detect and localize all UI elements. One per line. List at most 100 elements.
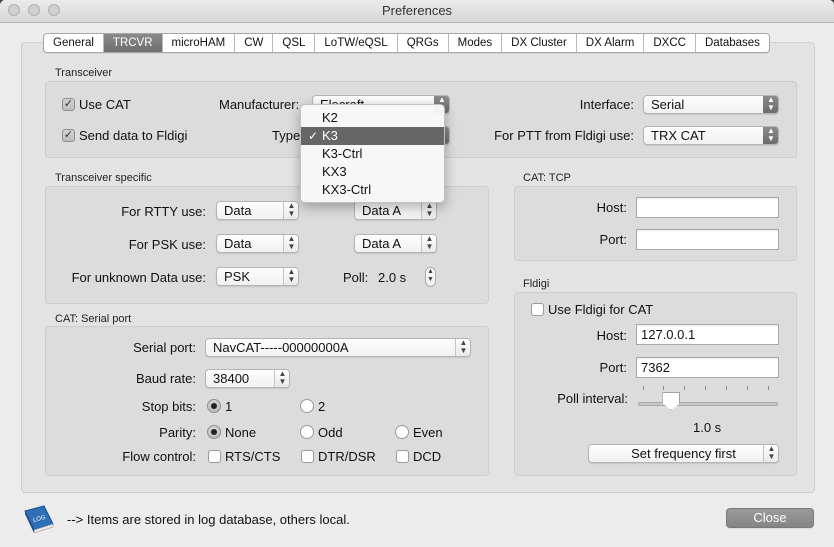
rtty-value: Data [224,203,252,218]
select-arrows-icon: ▲▼ [421,202,436,219]
type-option-label: K2 [322,110,338,125]
select-arrows-icon: ▲▼ [283,268,298,285]
tab-trcvr[interactable]: TRCVR [103,34,163,52]
use-cat-checkbox[interactable]: ✓ [62,98,75,111]
fldigi-port-label-text: Port: [599,360,627,375]
unknown-data-select[interactable]: PSK ▲ ▼ [216,267,299,286]
set-frequency-select[interactable]: Set frequency first ▲ ▼ [588,444,779,463]
type-option-kx3-ctrl[interactable]: KX3-Ctrl [301,181,444,199]
baud-rate-select[interactable]: 38400 ▲ ▼ [205,369,290,388]
interface-value: Serial [651,97,685,112]
poll-interval-value: 1.0 s [693,420,722,435]
fldigi-group-label: Fldigi [523,278,550,290]
poll-interval-slider[interactable] [638,386,778,412]
poll-value: 2.0 s [378,270,407,285]
manufacturer-label: Manufacturer: [219,97,300,112]
preferences-window: Preferences General TRCVR microHAM CW QS… [0,0,834,547]
select-arrows-icon: ▲▼ [763,445,778,462]
flow-rts-checkbox[interactable] [208,450,221,463]
psk-select[interactable]: Data ▲ ▼ [216,234,299,253]
serial-port-select[interactable]: NavCAT-----00000000A ▲ ▼ [205,338,471,357]
parity-even-label: Even [413,425,443,440]
minimize-window-button[interactable] [28,4,40,16]
baud-rate-label: Baud rate: [136,371,196,386]
parity-label: Parity: [159,425,196,440]
type-option-label: KX3-Ctrl [322,182,372,197]
rtty-secondary-select[interactable]: Data A ▲ ▼ [354,201,437,220]
send-fldigi-label: Send data to Fldigi [79,128,188,143]
type-option-k3[interactable]: ✓ K3 [301,127,444,145]
footer-note: --> Items are stored in log database, ot… [67,512,350,527]
parity-even-radio[interactable] [395,425,409,439]
psk-secondary-select[interactable]: Data A ▲ ▼ [354,234,437,253]
ptt-select[interactable]: TRX CAT ▲ ▼ [643,126,779,145]
flow-dcd-checkbox[interactable] [396,450,409,463]
set-frequency-value: Set frequency first [631,446,736,461]
slider-thumb[interactable] [662,392,681,410]
psk-secondary-value: Data A [362,236,402,251]
fldigi-port-input[interactable]: 7362 [636,357,779,378]
stop-bits-label: Stop bits: [141,399,196,414]
close-window-button[interactable] [8,4,20,16]
select-arrows-icon: ▲▼ [274,370,289,387]
ptt-label: For PTT from Fldigi use: [494,128,634,143]
tab-qsl[interactable]: QSL [273,34,316,52]
poll-interval-label: Poll interval: [557,391,628,406]
tab-qrgs[interactable]: QRGs [398,34,449,52]
baud-rate-value: 38400 [213,371,250,386]
tab-dxcc[interactable]: DXCC [644,34,696,52]
slider-tick [747,386,748,390]
tab-databases[interactable]: Databases [696,34,769,52]
rtty-select[interactable]: Data ▲ ▼ [216,201,299,220]
flow-dtr-checkbox[interactable] [301,450,314,463]
use-cat-label: Use CAT [79,97,131,112]
slider-tick [726,386,727,390]
fldigi-host-label: Host: [596,328,627,343]
poll-stepper[interactable]: ▲ ▼ [425,267,436,287]
tab-general[interactable]: General [44,34,104,52]
psk-value: Data [224,236,252,251]
tab-modes[interactable]: Modes [449,34,503,52]
serial-port-label: Serial port: [133,340,196,355]
transceiver-group-label: Transceiver [55,67,113,79]
type-option-label: KX3 [322,164,347,179]
tab-cw[interactable]: CW [235,34,274,52]
select-arrows-icon: ▲▼ [763,96,778,113]
type-option-k3-ctrl[interactable]: K3-Ctrl [301,145,444,163]
tab-dx-cluster[interactable]: DX Cluster [502,34,577,52]
parity-odd-radio[interactable] [300,425,314,439]
stop-bits-2-label: 2 [318,399,326,414]
zoom-window-button[interactable] [48,4,60,16]
title-bar: Preferences [0,0,834,23]
type-option-k2[interactable]: K2 [301,109,444,127]
tcp-port-input[interactable] [636,229,779,250]
unknown-data-label: For unknown Data use: [71,270,206,285]
tcp-host-input[interactable] [636,197,779,218]
tcp-host-label: Host: [596,200,627,215]
tab-microham[interactable]: microHAM [163,34,236,52]
transceiver-specific-group-label: Transceiver specific [55,172,152,184]
tcp-port-label: Port: [599,232,627,247]
type-option-kx3[interactable]: KX3 [301,163,444,181]
flow-rts-label: RTS/CTS [225,449,281,464]
fldigi-host-input[interactable]: 127.0.0.1 [636,324,779,345]
cat-tcp-group-label: CAT: TCP [523,172,571,184]
tab-lotw-eqsl[interactable]: LoTW/eQSL [315,34,398,52]
type-dropdown-menu: K2 ✓ K3 K3-Ctrl KX3 KX3-Ctrl [300,104,445,203]
select-arrows-icon: ▲▼ [421,235,436,252]
stop-bits-2-radio[interactable] [300,399,314,413]
rtty-secondary-value: Data A [362,203,402,218]
stop-bits-1-radio[interactable] [207,399,221,413]
tab-dx-alarm[interactable]: DX Alarm [577,34,645,52]
slider-tick [684,386,685,390]
interface-select[interactable]: Serial ▲ ▼ [643,95,779,114]
use-fldigi-checkbox[interactable] [531,303,544,316]
use-fldigi-label: Use Fldigi for CAT [548,302,654,317]
poll-label: Poll: [343,270,369,285]
interface-label: Interface: [579,97,634,112]
log-book-icon: LOG [22,505,56,534]
send-fldigi-checkbox[interactable]: ✓ [62,129,75,142]
close-button[interactable]: Close [726,508,814,528]
parity-none-radio[interactable] [207,425,221,439]
ptt-value: TRX CAT [651,128,706,143]
